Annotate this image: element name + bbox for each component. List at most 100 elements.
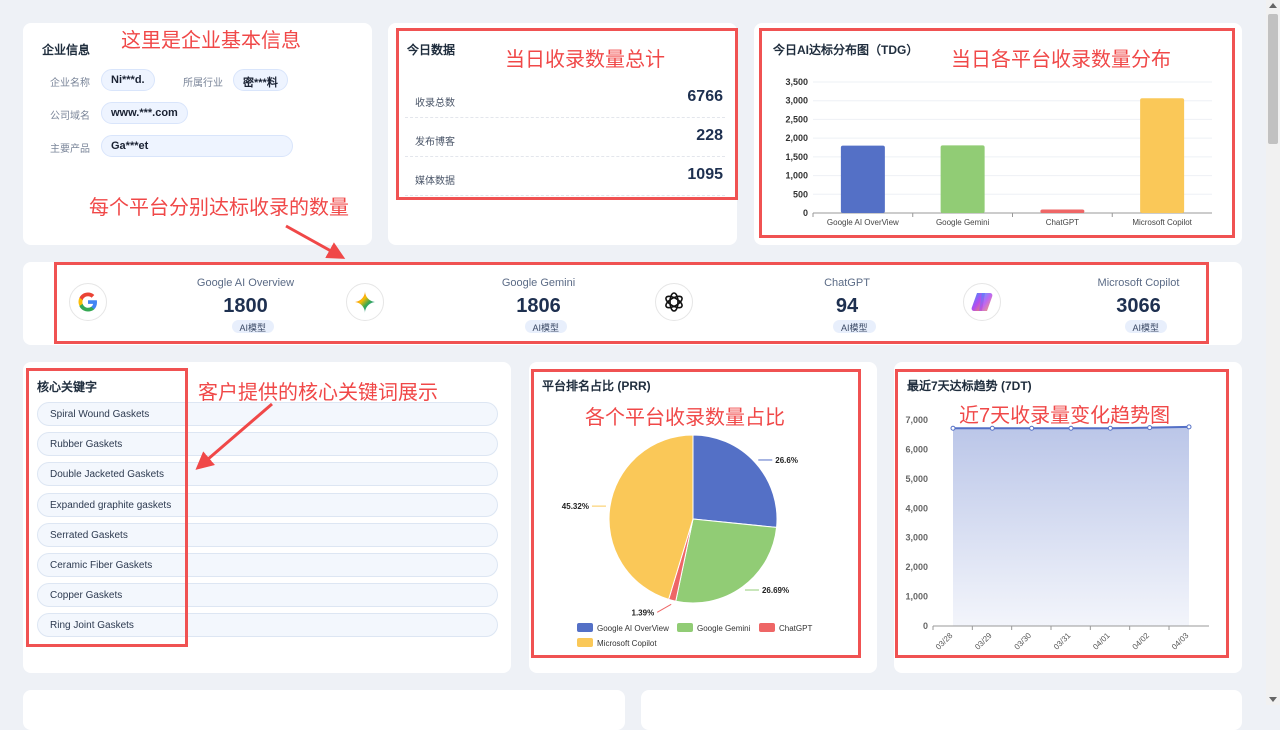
x-tick-label: Microsoft Copilot [1132, 218, 1192, 227]
google-icon [69, 283, 107, 321]
y-tick-label: 1,000 [905, 592, 928, 602]
industry-label: 所属行业 [183, 78, 223, 89]
chatgpt-icon [655, 283, 693, 321]
row-value: 6766 [687, 88, 723, 105]
y-tick-label: 0 [923, 621, 928, 631]
y-tick-label: 2,000 [785, 133, 808, 143]
label-line [656, 603, 672, 613]
scroll-up-arrow[interactable] [1269, 3, 1277, 8]
domain-label: 公司域名 [50, 111, 90, 122]
x-tick-label: 03/31 [1052, 631, 1073, 652]
x-tick-label: Google AI OverView [827, 218, 899, 227]
x-tick-label: 03/30 [1013, 631, 1034, 652]
annotation-keywords: 客户提供的核心关键词展示 [198, 382, 438, 404]
row-label: 媒体数据 [415, 176, 455, 187]
y-tick-label: 7,000 [905, 415, 928, 425]
platform-count: 3066 [1116, 295, 1161, 317]
pie-label: 26.6% [775, 456, 798, 465]
pie-label: 26.69% [762, 586, 789, 595]
x-tick-label: ChatGPT [1046, 218, 1079, 227]
x-tick-label: 03/29 [973, 631, 994, 652]
platform-tag: AI模型 [231, 320, 275, 333]
platform-name: ChatGPT [824, 277, 870, 289]
y-tick-label: 6,000 [905, 444, 928, 454]
legend-swatch [577, 623, 593, 632]
annotation-trend: 近7天收录量变化趋势图 [959, 405, 1171, 427]
x-tick-label: 03/28 [934, 631, 955, 652]
bottom-card-right [641, 690, 1242, 730]
y-tick-label: 1,000 [785, 171, 808, 181]
x-tick-label: 04/02 [1131, 631, 1152, 652]
product-value: Ga***et [101, 135, 293, 157]
area-fill [953, 426, 1189, 626]
platform-count: 1800 [223, 295, 268, 317]
today-row: 媒体数据 1095 [405, 156, 725, 196]
keywords-title: 核心关键字 [37, 380, 98, 394]
keyword-item: Ceramic Fiber Gaskets [37, 553, 498, 577]
bottom-card-left [23, 690, 625, 730]
industry-value: 密***料 [233, 69, 288, 91]
y-tick-label: 0 [803, 208, 808, 218]
platform-count: 94 [835, 295, 859, 317]
pie-label: 45.32% [562, 502, 589, 511]
company-name-label: 企业名称 [50, 78, 90, 89]
y-tick-label: 2,500 [785, 114, 808, 124]
y-tick-label: 3,000 [905, 533, 928, 543]
platform-name: Microsoft Copilot [1097, 277, 1180, 289]
y-tick-label: 3,500 [785, 77, 808, 87]
platform-tag: AI模型 [1124, 320, 1168, 333]
platform-name: Google AI Overview [196, 277, 295, 289]
bar [940, 145, 985, 213]
legend-label: ChatGPT [779, 624, 812, 633]
bar [840, 145, 885, 213]
y-tick-label: 3,000 [785, 96, 808, 106]
y-tick-label: 5,000 [905, 474, 928, 484]
y-tick-label: 500 [793, 189, 808, 199]
annotation-company: 这里是企业基本信息 [121, 30, 301, 52]
platform-tag: AI模型 [833, 320, 876, 333]
legend-swatch [677, 623, 693, 632]
platform-card: Microsoft Copilot 3066 AI模型 [949, 262, 1208, 345]
platform-tag: AI模型 [524, 320, 568, 333]
keyword-item: Copper Gaskets [37, 583, 498, 608]
data-point [950, 425, 956, 431]
company-info-title: 企业信息 [42, 43, 91, 57]
legend-swatch [577, 638, 593, 647]
row-value: 1095 [687, 166, 723, 183]
legend-swatch [759, 623, 775, 632]
today-row: 收录总数 6766 [405, 78, 725, 118]
bar [1040, 209, 1085, 213]
legend-label: Google AI OverView [597, 624, 669, 633]
keyword-item: Spiral Wound Gaskets [37, 402, 498, 426]
x-tick-label: Google Gemini [936, 218, 990, 227]
legend-label: Google Gemini [697, 624, 751, 633]
domain-value: www.***.com [101, 102, 188, 124]
scrollbar[interactable] [1266, 0, 1280, 705]
bar [1140, 98, 1185, 213]
row-value: 228 [696, 127, 723, 144]
legend-label: Microsoft Copilot [597, 639, 657, 648]
y-tick-label: 2,000 [905, 562, 928, 572]
gemini-icon [346, 283, 384, 321]
product-label: 主要产品 [50, 144, 90, 155]
x-tick-label: 04/03 [1170, 631, 1191, 652]
pie-slice [692, 434, 778, 528]
company-name-value: Ni***d. [101, 69, 155, 91]
keyword-item: Double Jacketed Gaskets [37, 462, 498, 487]
row-label: 发布博客 [415, 137, 455, 148]
copilot-icon [963, 283, 1001, 321]
platform-count: 1806 [516, 295, 561, 317]
keyword-item: Ring Joint Gaskets [37, 613, 498, 638]
platform-card: ChatGPT 94 AI模型 [641, 262, 933, 345]
annotation-today: 当日收录数量总计 [505, 49, 665, 71]
scrollbar-thumb[interactable] [1268, 14, 1278, 144]
row-label: 收录总数 [415, 98, 455, 109]
today-row: 发布博客 228 [405, 117, 725, 157]
keyword-item: Expanded graphite gaskets [37, 492, 498, 517]
data-point [1186, 424, 1192, 430]
y-tick-label: 1,500 [785, 152, 808, 162]
keyword-item: Rubber Gaskets [37, 432, 498, 457]
scroll-down-arrow[interactable] [1269, 697, 1277, 702]
x-tick-label: 04/01 [1091, 631, 1112, 652]
y-tick-label: 4,000 [905, 503, 928, 513]
